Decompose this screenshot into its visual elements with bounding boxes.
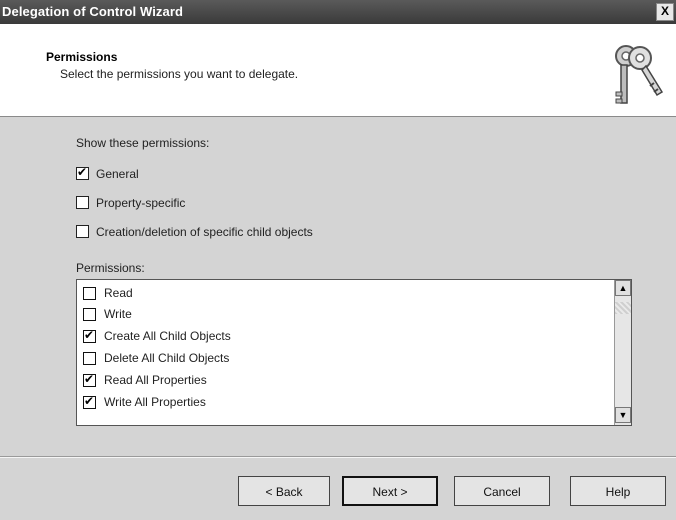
check-mark-icon: ✔ <box>84 328 95 343</box>
vertical-scrollbar[interactable]: ▲ ▼ <box>614 280 631 425</box>
checkbox[interactable] <box>76 225 89 239</box>
arrow-up-icon: ▲ <box>618 283 628 293</box>
keys-icon <box>615 45 664 104</box>
page-title: Permissions <box>46 50 118 64</box>
list-item[interactable]: ✔ Write All Properties <box>83 394 206 413</box>
back-button[interactable]: < Back <box>238 476 330 506</box>
checkbox[interactable]: ✔ <box>83 394 96 410</box>
list-item[interactable]: Read <box>83 286 133 304</box>
list-item[interactable]: ✔ Read All Properties <box>83 372 207 391</box>
wizard-window: Delegation of Control Wizard X Permissio… <box>0 0 676 520</box>
scroll-down-button[interactable]: ▼ <box>615 407 631 423</box>
check-mark-icon: ✔ <box>84 372 95 387</box>
list-item[interactable]: Delete All Child Objects <box>83 351 229 369</box>
checkbox[interactable]: ✔ <box>83 328 96 344</box>
checkbox[interactable] <box>83 287 96 301</box>
permissions-list[interactable]: Read Write ✔ Create All Child Objects Del… <box>76 279 632 426</box>
checkbox[interactable] <box>83 308 96 322</box>
check-mark-icon: ✔ <box>77 165 88 180</box>
show-option-property-specific[interactable]: Property-specific <box>76 195 185 211</box>
checkbox[interactable] <box>83 352 96 366</box>
page-subtitle: Select the permissions you want to deleg… <box>60 67 299 81</box>
show-option-general[interactable]: ✔ General <box>76 165 139 182</box>
title-bar: Delegation of Control Wizard X <box>0 0 676 24</box>
permissions-label: Permissions: <box>76 261 145 275</box>
scroll-thumb[interactable] <box>615 302 631 314</box>
checkbox[interactable]: ✔ <box>83 372 96 388</box>
check-mark-icon: ✔ <box>84 394 95 409</box>
scroll-up-button[interactable]: ▲ <box>615 280 631 296</box>
window-title: Delegation of Control Wizard <box>2 4 184 19</box>
cancel-button[interactable]: Cancel <box>454 476 550 506</box>
list-item[interactable]: ✔ Create All Child Objects <box>83 328 231 347</box>
list-item[interactable]: Write <box>83 307 132 325</box>
close-button[interactable]: X <box>656 3 674 21</box>
show-permissions-label: Show these permissions: <box>76 136 210 150</box>
help-button[interactable]: Help <box>570 476 666 506</box>
show-option-creation-deletion[interactable]: Creation/deletion of specific child obje… <box>76 224 313 240</box>
checkbox[interactable] <box>76 196 89 210</box>
arrow-down-icon: ▼ <box>618 410 628 420</box>
checkbox[interactable]: ✔ <box>76 165 89 181</box>
separator <box>0 456 676 458</box>
wizard-header: Permissions Select the permissions you w… <box>0 24 676 117</box>
next-button[interactable]: Next > <box>342 476 438 506</box>
close-icon: X <box>660 4 669 18</box>
